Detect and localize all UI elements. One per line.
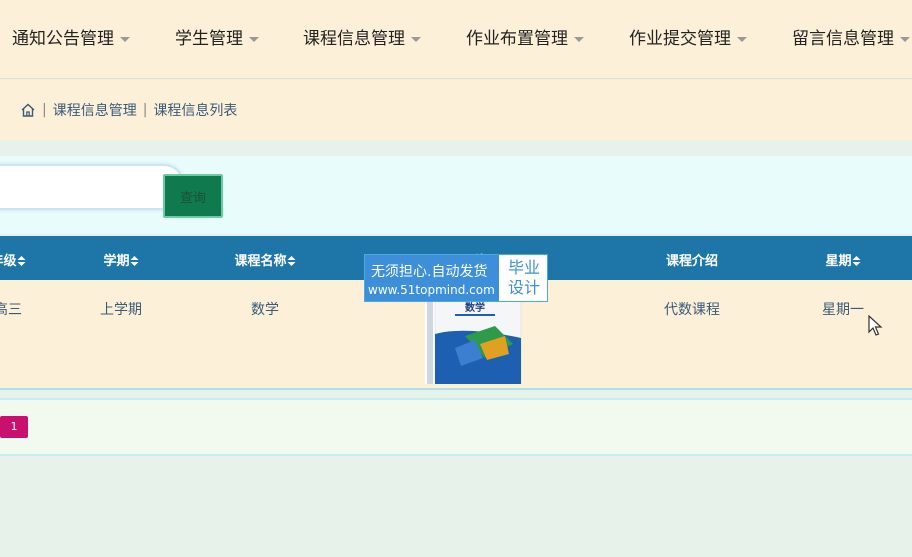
mouse-cursor-icon — [868, 315, 883, 336]
cell-course: 数学 — [251, 302, 279, 318]
chevron-down-icon — [737, 36, 747, 42]
column-header-weekday[interactable]: 星期 — [825, 250, 861, 269]
column-header-grade[interactable]: 年级 — [0, 250, 26, 269]
breadcrumb-separator: | — [142, 102, 148, 118]
watermark-left: 无须担心.自动发货 www.51topmind.com — [365, 255, 499, 301]
nav-item-label: 通知公告管理 — [12, 29, 114, 49]
watermark-line1: 无须担心.自动发货 — [371, 264, 488, 280]
nav-item-homework-assign[interactable]: 作业布置管理 — [466, 24, 584, 49]
chevron-down-icon — [574, 36, 584, 42]
sort-icon — [130, 256, 139, 266]
chevron-down-icon — [900, 36, 910, 42]
watermark-banner: 无须担心.自动发货 www.51topmind.com 毕业 设计 — [364, 254, 548, 302]
page-button-current[interactable]: 1 — [0, 416, 28, 438]
breadcrumb: | 课程信息管理 | 课程信息列表 — [20, 100, 237, 120]
nav-item-notice[interactable]: 通知公告管理 — [12, 24, 130, 49]
home-icon[interactable] — [20, 102, 36, 118]
top-nav: 通知公告管理 学生管理 课程信息管理 作业布置管理 作业提交管理 留言信息管理 — [0, 0, 912, 79]
column-header-label: 课程名称 — [234, 254, 287, 269]
search-button[interactable]: 查询 — [163, 174, 223, 218]
cover-title: 数学 — [465, 301, 485, 314]
nav-item-label: 留言信息管理 — [792, 29, 894, 49]
breadcrumb-separator: | — [42, 102, 47, 118]
sort-icon — [852, 256, 861, 266]
chevron-down-icon — [249, 36, 259, 42]
nav-item-label: 作业提交管理 — [629, 29, 731, 49]
sort-icon — [17, 256, 26, 266]
nav-item-label: 作业布置管理 — [466, 29, 568, 49]
pagination: 1 — [0, 398, 912, 456]
chevron-down-icon — [411, 36, 421, 42]
search-input[interactable] — [0, 164, 184, 210]
column-header-label: 课程介绍 — [665, 254, 719, 269]
breadcrumb-level2: 课程信息列表 — [153, 103, 238, 119]
nav-item-courses[interactable]: 课程信息管理 — [303, 24, 421, 49]
cell-intro: 代数课程 — [664, 302, 720, 318]
sort-icon — [287, 256, 296, 266]
cell-grade: 高三 — [0, 302, 22, 318]
chevron-down-icon — [120, 36, 130, 42]
column-header-intro: 课程介绍 — [666, 250, 718, 269]
column-header-course[interactable]: 课程名称 — [234, 250, 296, 269]
cell-term: 上学期 — [100, 302, 142, 318]
column-header-label: 星期 — [825, 254, 852, 269]
column-header-label: 年级 — [0, 254, 17, 269]
nav-item-students[interactable]: 学生管理 — [175, 24, 259, 49]
breadcrumb-bar: | 课程信息管理 | 课程信息列表 — [0, 80, 912, 140]
watermark-right: 毕业 设计 — [503, 258, 545, 298]
column-header-term[interactable]: 学期 — [103, 250, 139, 269]
watermark-right2: 设计 — [507, 278, 540, 297]
nav-item-label: 课程信息管理 — [303, 29, 405, 49]
cell-weekday: 星期一 — [822, 302, 864, 318]
nav-item-messages[interactable]: 留言信息管理 — [792, 24, 910, 49]
column-header-label: 学期 — [103, 254, 130, 269]
watermark-right1: 毕业 — [507, 258, 540, 277]
search-band: 查询 — [0, 156, 912, 234]
nav-item-label: 学生管理 — [175, 29, 243, 49]
course-cover-image: 数学 — [425, 299, 522, 384]
watermark-line2: www.51topmind.com — [368, 283, 495, 297]
nav-item-homework-submit[interactable]: 作业提交管理 — [629, 24, 747, 49]
breadcrumb-level1[interactable]: 课程信息管理 — [53, 100, 137, 120]
